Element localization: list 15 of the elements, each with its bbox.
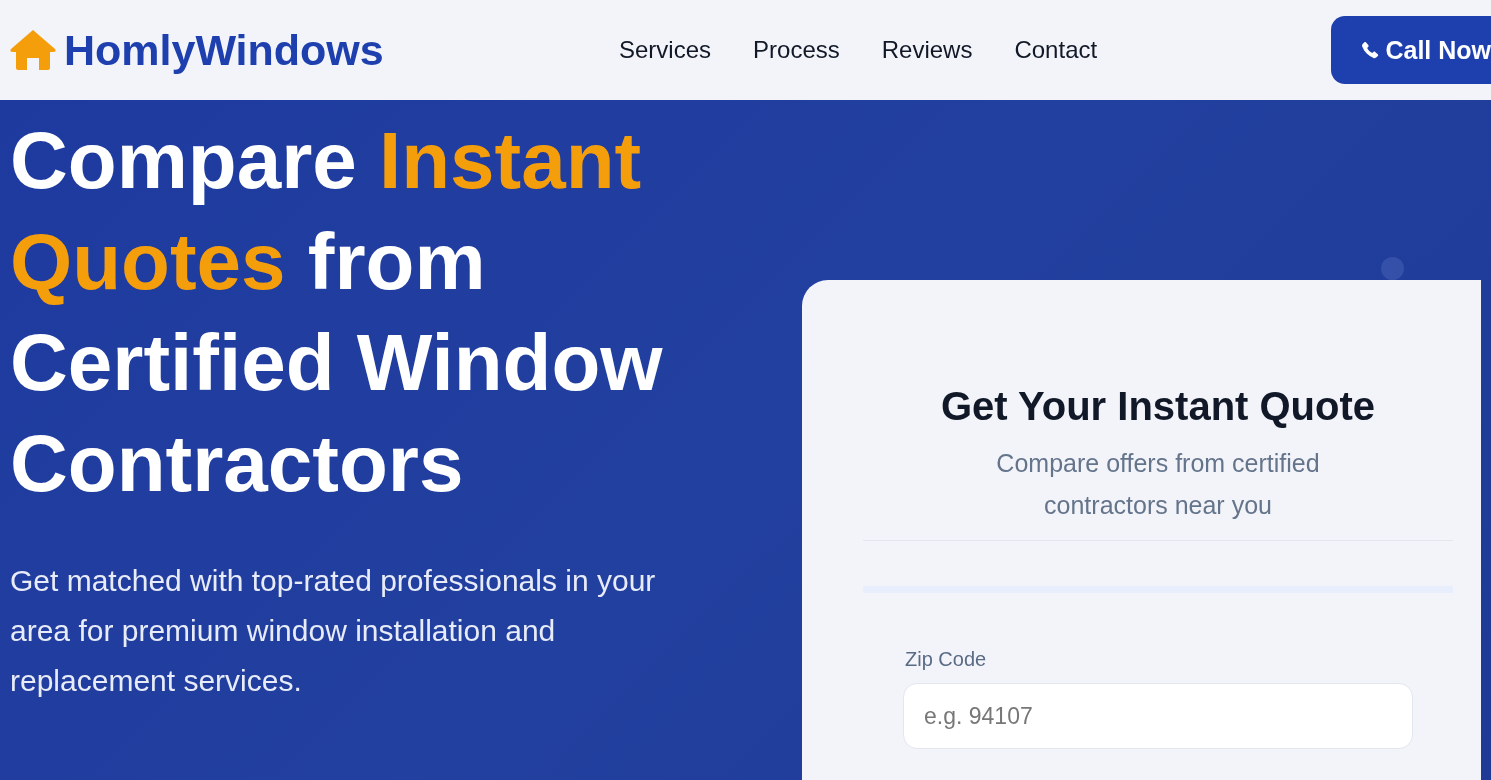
hero-heading: Compare Instant Quotes from Certified Window Contractors [10,115,664,510]
card-title: Get Your Instant Quote [939,383,1377,430]
zip-code-label: Zip Code [905,648,988,671]
brand-name[interactable]: HomlyWindows [64,25,384,75]
nav-link[interactable]: Services [619,36,712,64]
decorative-dot [1381,257,1404,280]
call-now-button[interactable]: Call Now [1331,16,1491,84]
nav-link[interactable]: Contact [1014,36,1098,64]
phone-icon [1361,39,1380,61]
zip-code-field[interactable]: e.g. 94107 [903,683,1413,749]
nav-link[interactable]: Process [753,36,840,64]
card-subtitle: Compare offers from certified contractors near you [995,448,1321,521]
nav-link[interactable]: Reviews [881,36,973,64]
hero-subtitle: Get matched with top-rated professionals in your area for premium window installation and replacement services. [10,563,657,699]
house-icon [8,28,58,72]
